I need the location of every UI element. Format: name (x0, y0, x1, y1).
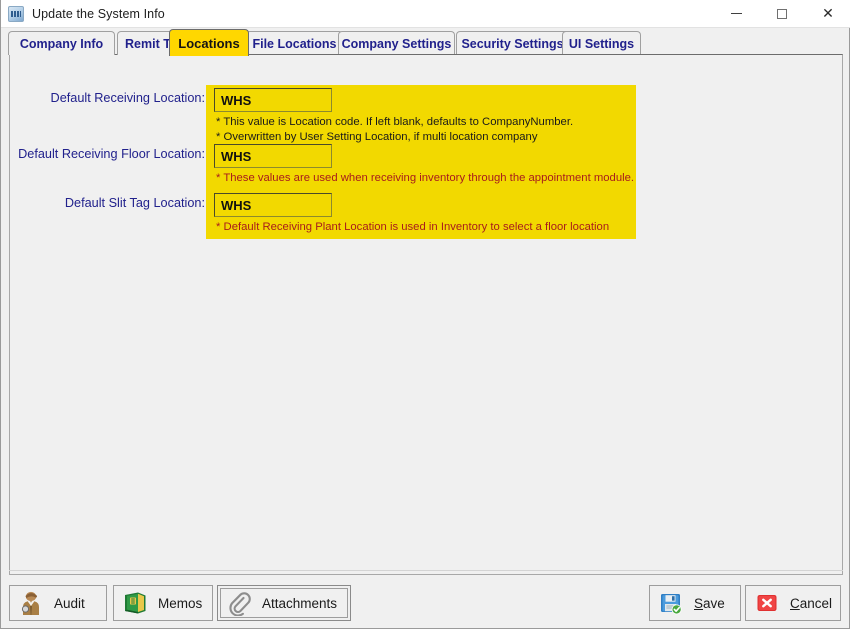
window-controls: ✕ (713, 0, 850, 28)
tab-company-info[interactable]: Company Info (8, 31, 115, 55)
hint-text: * This value is Location code. If left b… (216, 116, 574, 128)
tab-strip: Company Info Remit T Locations File Loca… (8, 29, 844, 56)
label-default-slit-tag-location: Default Slit Tag Location: (64, 196, 205, 210)
minimize-button[interactable] (713, 0, 759, 28)
tab-ui-settings[interactable]: UI Settings (562, 31, 641, 55)
audit-button-label: Audit (54, 595, 85, 611)
memos-button[interactable]: Memos (113, 585, 213, 621)
floppy-disk-save-icon (658, 590, 684, 616)
save-button-label: Save (694, 596, 725, 611)
save-button[interactable]: Save (649, 585, 741, 621)
tab-label: Security Settings (461, 36, 564, 51)
label-default-receiving-location: Default Receiving Location: (50, 91, 205, 105)
red-x-cancel-icon (754, 590, 780, 616)
auditor-person-icon (18, 590, 44, 616)
title-bar: Update the System Info ✕ (1, 0, 850, 28)
save-label-rest: ave (703, 595, 725, 611)
close-button[interactable]: ✕ (805, 0, 850, 28)
tab-label: Company Settings (341, 36, 452, 51)
tab-content-panel: * This value is Location code. If left b… (9, 54, 843, 575)
default-receiving-location-input[interactable] (214, 88, 332, 112)
tab-file-locations[interactable]: File Locations (246, 31, 343, 55)
locations-help-panel: * This value is Location code. If left b… (206, 85, 636, 239)
audit-button[interactable]: Audit (9, 585, 107, 621)
hint-text: * Overwritten by User Setting Location, … (216, 131, 538, 143)
default-receiving-floor-location-input[interactable] (214, 144, 332, 168)
save-accel-letter: S (694, 595, 704, 611)
paperclip-icon (226, 590, 252, 617)
cancel-label-rest: ancel (799, 595, 833, 611)
tab-company-settings[interactable]: Company Settings (338, 31, 455, 55)
label-default-receiving-floor-location: Default Receiving Floor Location: (18, 147, 205, 161)
hint-text: * Default Receiving Plant Location is us… (216, 221, 610, 233)
tab-label: File Locations (252, 36, 337, 51)
hint-text: * These values are used when receiving i… (216, 172, 635, 184)
application-window: Update the System Info ✕ Company Info Re… (0, 0, 850, 629)
attachments-button-label: Attachments (262, 595, 338, 611)
cancel-button-label: Cancel (790, 596, 832, 611)
attachments-button[interactable]: Attachments (217, 585, 351, 621)
green-book-icon (122, 590, 148, 616)
cancel-button[interactable]: Cancel (745, 585, 841, 621)
tab-label: Locations (178, 35, 240, 51)
maximize-button[interactable] (759, 0, 805, 28)
tab-label: UI Settings (568, 36, 635, 51)
default-slit-tag-location-input[interactable] (214, 193, 332, 217)
tab-label: Company Info (19, 36, 104, 51)
footer-toolbar: Audit Memos Attachments Save Cancel (1, 578, 849, 627)
app-window-icon (8, 5, 24, 22)
window-title: Update the System Info (32, 6, 165, 21)
cancel-accel-letter: C (790, 595, 800, 611)
footer-divider (9, 570, 843, 571)
memos-button-label: Memos (158, 595, 203, 611)
tab-security-settings[interactable]: Security Settings (456, 31, 569, 55)
tab-locations[interactable]: Locations (169, 29, 249, 56)
tab-label: Remit T (125, 36, 171, 51)
close-icon: ✕ (822, 5, 834, 22)
